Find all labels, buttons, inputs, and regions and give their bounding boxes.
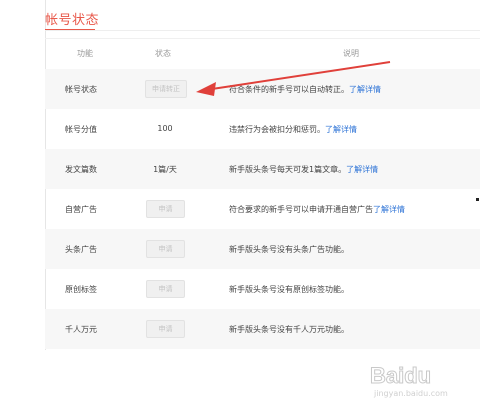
section-title: 帐号状态: [45, 13, 100, 28]
account-status-table: 功能 状态 说明 帐号状态 申请转正 符合条件的新手号可以自动转正。了解详情 帐…: [45, 38, 480, 349]
watermark-logo-text: Baidu: [369, 363, 432, 389]
row-function: 帐号状态: [65, 85, 97, 94]
section-divider: [45, 30, 480, 31]
apply-button[interactable]: 申请: [146, 200, 185, 218]
table-row: 帐号状态 申请转正 符合条件的新手号可以自动转正。了解详情: [45, 69, 480, 109]
table-row: 帐号分值 100 违禁行为会被扣分和惩罚。了解详情: [45, 109, 480, 149]
learn-more-link[interactable]: 了解详情: [349, 85, 381, 94]
row-description: 新手版头条号没有头条广告功能。: [229, 245, 349, 254]
learn-more-link[interactable]: 了解详情: [325, 125, 357, 134]
table-header: 功能 状态 说明: [45, 39, 480, 67]
learn-more-link[interactable]: 了解详情: [373, 205, 405, 214]
row-description: 新手版头条号没有千人万元功能。: [229, 325, 349, 334]
learn-more-link[interactable]: 了解详情: [346, 165, 378, 174]
row-description: 新手版头条号没有原创标签功能。: [229, 285, 349, 294]
apply-button[interactable]: 申请: [146, 280, 185, 298]
header-function: 功能: [77, 49, 93, 58]
row-description: 符合条件的新手号可以自动转正。了解详情: [229, 85, 381, 94]
apply-promotion-button[interactable]: 申请转正: [145, 80, 187, 98]
watermark-subtext: jingyan.baidu.com: [374, 389, 448, 398]
row-description: 新手版头条号每天可发1篇文章。了解详情: [229, 165, 379, 174]
apply-button[interactable]: 申请: [146, 240, 185, 258]
row-function: 原创标签: [65, 285, 97, 294]
row-function: 头条广告: [65, 245, 97, 254]
row-function: 千人万元: [65, 325, 97, 334]
row-status-value: 1篇/天: [153, 165, 177, 174]
row-function: 帐号分值: [65, 125, 97, 134]
row-status-value: 100: [157, 124, 173, 133]
table-row: 千人万元 申请 新手版头条号没有千人万元功能。: [45, 309, 480, 349]
cursor-dot: [476, 198, 479, 201]
row-function: 发文篇数: [65, 165, 97, 174]
row-function: 自营广告: [65, 205, 97, 214]
baidu-watermark: Baidu jingyan.baidu.com: [366, 363, 476, 403]
header-description: 说明: [343, 49, 359, 58]
table-row: 头条广告 申请 新手版头条号没有头条广告功能。: [45, 229, 480, 269]
table-row: 自营广告 申请 符合要求的新手号可以申请开通自营广告了解详情: [45, 189, 480, 229]
apply-button[interactable]: 申请: [146, 320, 185, 338]
header-status: 状态: [155, 49, 171, 58]
row-description: 违禁行为会被扣分和惩罚。了解详情: [229, 125, 357, 134]
table-row: 原创标签 申请 新手版头条号没有原创标签功能。: [45, 269, 480, 309]
row-description: 符合要求的新手号可以申请开通自营广告了解详情: [229, 205, 405, 214]
table-row: 发文篇数 1篇/天 新手版头条号每天可发1篇文章。了解详情: [45, 149, 480, 189]
